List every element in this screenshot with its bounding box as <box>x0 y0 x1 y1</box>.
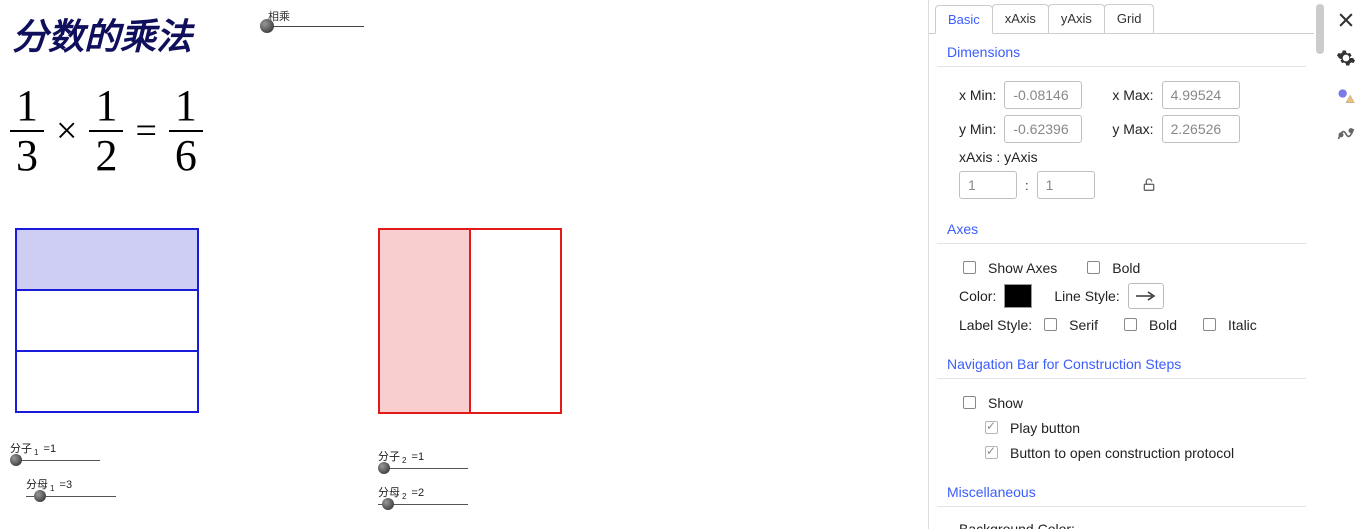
line-style-label: Line Style: <box>1054 288 1119 304</box>
arrow-right-icon <box>1134 291 1158 301</box>
label-style-label: Label Style: <box>959 317 1032 333</box>
numerator1-label: 分子1 = 1 <box>10 440 130 456</box>
axes-color-label: Color: <box>959 288 996 304</box>
bold-label-label: Bold <box>1149 317 1177 333</box>
section-nav: Show Play button Button to open construc… <box>929 379 1314 474</box>
equals-operator: = <box>135 109 156 153</box>
blue-cell-empty <box>15 291 199 352</box>
section-dimensions-header: Dimensions <box>937 34 1306 67</box>
line-style-button[interactable] <box>1128 283 1164 309</box>
serif-checkbox[interactable] <box>1044 318 1057 331</box>
slider-track[interactable] <box>378 468 468 469</box>
axes-color-swatch[interactable] <box>1004 284 1032 308</box>
slider-knob[interactable] <box>260 19 274 33</box>
lock-icon[interactable] <box>1141 177 1157 193</box>
slider-track[interactable] <box>26 496 116 497</box>
gear-icon[interactable] <box>1336 48 1356 68</box>
denominator2-label: 分母2 = 2 <box>378 484 498 500</box>
section-misc: Background Color: <box>929 507 1314 529</box>
red-cell-filled <box>378 228 471 414</box>
close-icon[interactable] <box>1336 10 1356 30</box>
xmin-input[interactable] <box>1004 81 1082 109</box>
fraction-equation: 1 3 × 1 2 = 1 6 <box>10 82 203 180</box>
ymin-label: y Min: <box>959 121 996 137</box>
serif-label: Serif <box>1069 317 1098 333</box>
fraction-box-red <box>378 228 562 414</box>
nav-show-checkbox[interactable] <box>963 396 976 409</box>
bold-axes-checkbox[interactable] <box>1087 261 1100 274</box>
blue-cell-filled <box>15 228 199 291</box>
play-button-label: Play button <box>1010 420 1080 436</box>
show-axes-label: Show Axes <box>988 260 1057 276</box>
fraction-1: 1 3 <box>10 82 44 180</box>
fraction-result: 1 6 <box>169 82 203 180</box>
blue-cell-empty <box>15 352 199 413</box>
fraction-2-denominator: 2 <box>89 132 123 180</box>
tab-basic[interactable]: Basic <box>935 5 993 34</box>
fraction-result-denominator: 6 <box>169 132 203 180</box>
fraction-2-numerator: 1 <box>89 82 123 130</box>
bg-color-label: Background Color: <box>959 521 1075 529</box>
slider-knob[interactable] <box>382 498 394 510</box>
geogebra-canvas[interactable]: 分数的乘法 相乘 1 3 × 1 2 = 1 6 <box>0 0 928 529</box>
times-operator: × <box>56 109 77 153</box>
slider-knob[interactable] <box>34 490 46 502</box>
fraction-2: 1 2 <box>89 82 123 180</box>
bold-axes-label: Bold <box>1112 260 1140 276</box>
denominator2-slider[interactable]: 分母2 = 2 <box>378 484 498 505</box>
fraction-1-denominator: 3 <box>10 132 44 180</box>
bold-label-checkbox[interactable] <box>1124 318 1137 331</box>
shapes-icon[interactable] <box>1336 86 1356 106</box>
ratio-y-input[interactable] <box>1037 171 1095 199</box>
slider-track[interactable] <box>10 460 100 461</box>
tab-xaxis[interactable]: xAxis <box>992 4 1049 33</box>
open-protocol-checkbox[interactable] <box>985 446 998 459</box>
multiply-slider[interactable]: 相乘 <box>264 12 364 13</box>
numerator2-label: 分子2 = 1 <box>378 448 498 464</box>
xmin-label: x Min: <box>959 87 996 103</box>
xmax-label: x Max: <box>1112 87 1153 103</box>
tab-yaxis[interactable]: yAxis <box>1048 4 1105 33</box>
function-icon[interactable] <box>1336 124 1356 144</box>
fraction-1-numerator: 1 <box>10 82 44 130</box>
numerator1-slider[interactable]: 分子1 = 1 <box>10 440 130 461</box>
slider-knob[interactable] <box>378 462 390 474</box>
section-axes-header: Axes <box>937 211 1306 244</box>
xmax-input[interactable] <box>1162 81 1240 109</box>
denominator1-slider[interactable]: 分母1 = 3 <box>26 476 146 497</box>
denominator1-label: 分母1 = 3 <box>26 476 146 492</box>
ratio-label: xAxis : yAxis <box>959 149 1038 165</box>
red-cell-empty <box>471 228 562 414</box>
slider-knob[interactable] <box>10 454 22 466</box>
section-misc-header: Miscellaneous <box>937 474 1306 507</box>
play-button-checkbox[interactable] <box>985 421 998 434</box>
section-dimensions: x Min: x Max: y Min: y Max: xAxis : yAxi… <box>929 67 1314 211</box>
show-axes-checkbox[interactable] <box>963 261 976 274</box>
right-toolbar <box>1326 0 1366 529</box>
section-axes: Show Axes Bold Color: Line Style: Label … <box>929 244 1314 346</box>
page-title: 分数的乘法 <box>12 8 192 60</box>
ratio-colon: : <box>1025 178 1029 193</box>
tab-grid[interactable]: Grid <box>1104 4 1155 33</box>
fraction-box-blue <box>15 228 199 413</box>
numerator2-slider[interactable]: 分子2 = 1 <box>378 448 498 469</box>
nav-show-label: Show <box>988 395 1023 411</box>
ymin-input[interactable] <box>1004 115 1082 143</box>
settings-panel: Basic xAxis yAxis Grid Dimensions x Min:… <box>928 0 1326 529</box>
slider-track[interactable] <box>264 26 364 27</box>
fraction-result-numerator: 1 <box>169 82 203 130</box>
italic-label: Italic <box>1228 317 1257 333</box>
italic-checkbox[interactable] <box>1203 318 1216 331</box>
open-protocol-label: Button to open construction protocol <box>1010 445 1234 461</box>
slider-track[interactable] <box>378 504 468 505</box>
section-nav-header: Navigation Bar for Construction Steps <box>937 346 1306 379</box>
ymax-input[interactable] <box>1162 115 1240 143</box>
scrollbar[interactable] <box>1316 4 1324 54</box>
ymax-label: y Max: <box>1112 121 1153 137</box>
tabs: Basic xAxis yAxis Grid <box>929 0 1314 34</box>
ratio-x-input[interactable] <box>959 171 1017 199</box>
